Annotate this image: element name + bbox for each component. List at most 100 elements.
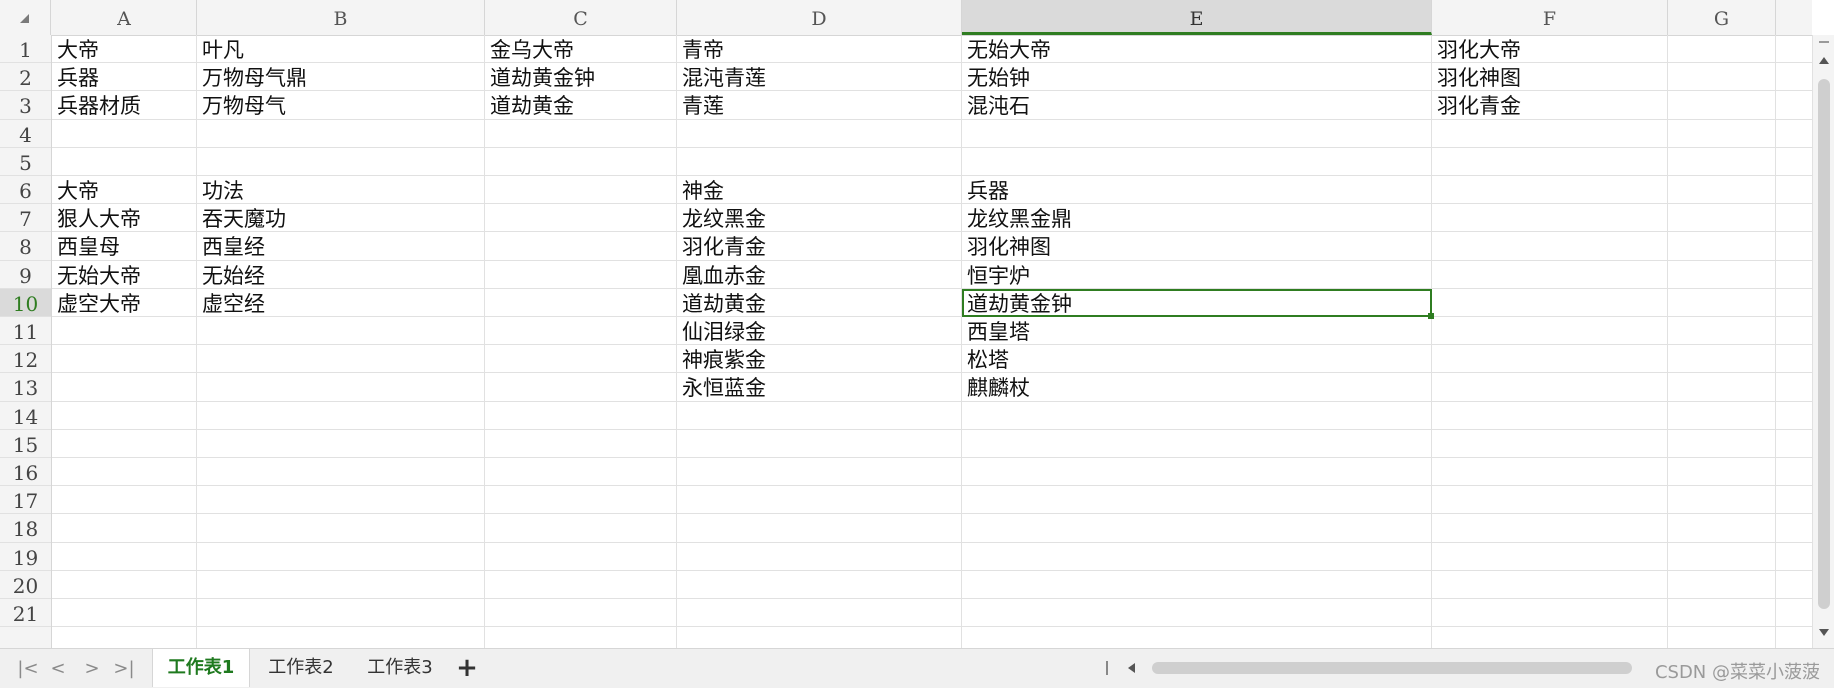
gridline-horizontal (52, 146, 1812, 148)
prev-sheet-button[interactable]: < (46, 657, 70, 681)
cell-e8[interactable]: 羽化神图 (962, 232, 1432, 260)
cell-d9[interactable]: 凰血赤金 (677, 261, 962, 289)
add-sheet-button[interactable]: + (452, 653, 482, 683)
cell-b2[interactable]: 万物母气鼎 (197, 63, 485, 91)
cell-f2[interactable]: 羽化神图 (1432, 63, 1668, 91)
row-header-18[interactable]: 18 (0, 514, 51, 543)
cell-b6[interactable]: 功法 (197, 176, 485, 204)
vertical-scroll-thumb[interactable] (1818, 79, 1830, 609)
cell-a7[interactable]: 狠人大帝 (52, 204, 197, 232)
column-header-g[interactable]: G (1668, 0, 1776, 35)
column-header-e[interactable]: E (962, 0, 1432, 35)
cell-grid[interactable]: 大帝 叶凡 金乌大帝 青帝 无始大帝 羽化大帝 兵器 万物母气鼎 道劫黄金钟 混沌青莲 无始钟 羽化神… (52, 35, 1812, 648)
row-header-3[interactable]: 3 (0, 91, 51, 120)
horizontal-scroll-split-handle[interactable] (1106, 661, 1108, 675)
cell-b10[interactable]: 虚空经 (197, 289, 485, 317)
cell-b3[interactable]: 万物母气 (197, 91, 485, 119)
row-header-6[interactable]: 6 (0, 176, 51, 205)
cell-e6[interactable]: 兵器 (962, 176, 1432, 204)
column-header-a[interactable]: A (52, 0, 197, 35)
cell-d13[interactable]: 永恒蓝金 (677, 373, 962, 401)
row-header-column: 1 2 3 4 5 6 7 8 9 10 11 12 13 14 15 16 17 18 19 20 21 (0, 35, 52, 648)
row-header-11[interactable]: 11 (0, 317, 51, 346)
gridline-horizontal (52, 513, 1812, 515)
row-header-14[interactable]: 14 (0, 402, 51, 430)
cell-e9[interactable]: 恒宇炉 (962, 261, 1432, 289)
horizontal-scroll-thumb[interactable] (1152, 662, 1632, 674)
scrollbar-split-handle[interactable] (1819, 41, 1829, 43)
cell-e7[interactable]: 龙纹黑金鼎 (962, 204, 1432, 232)
watermark-text: CSDN @菜菜小菠菠 (1654, 662, 1820, 683)
cell-e12[interactable]: 松塔 (962, 345, 1432, 373)
cell-c1[interactable]: 金乌大帝 (485, 35, 677, 63)
last-sheet-button[interactable]: >| (112, 657, 136, 681)
cell-d10[interactable]: 道劫黄金 (677, 289, 962, 317)
scroll-down-arrow-icon[interactable] (1819, 629, 1829, 636)
scroll-left-arrow-icon[interactable] (1128, 663, 1135, 673)
cell-d1[interactable]: 青帝 (677, 35, 962, 63)
row-header-1[interactable]: 1 (0, 35, 51, 64)
row-header-16[interactable]: 16 (0, 458, 51, 487)
first-sheet-button[interactable]: |< (16, 657, 40, 681)
cell-b1[interactable]: 叶凡 (197, 35, 485, 63)
cell-a10[interactable]: 虚空大帝 (52, 289, 197, 317)
cell-d7[interactable]: 龙纹黑金 (677, 204, 962, 232)
cell-b8[interactable]: 西皇经 (197, 232, 485, 260)
cell-a2[interactable]: 兵器 (52, 63, 197, 91)
cell-c2[interactable]: 道劫黄金钟 (485, 63, 677, 91)
cell-c3[interactable]: 道劫黄金 (485, 91, 677, 119)
cell-e13[interactable]: 麒麟杖 (962, 373, 1432, 401)
tab-sheet1[interactable]: 工作表1 (152, 649, 250, 687)
row-header-2[interactable]: 2 (0, 63, 51, 92)
row-header-20[interactable]: 20 (0, 571, 51, 599)
column-header-f[interactable]: F (1432, 0, 1668, 35)
select-all-triangle-icon (20, 14, 29, 23)
cell-a1[interactable]: 大帝 (52, 35, 197, 63)
row-header-12[interactable]: 12 (0, 345, 51, 374)
tab-sheet3[interactable]: 工作表3 (351, 649, 449, 687)
cell-d2[interactable]: 混沌青莲 (677, 63, 962, 91)
cell-e2[interactable]: 无始钟 (962, 63, 1432, 91)
select-all-corner[interactable] (0, 0, 51, 35)
cell-a6[interactable]: 大帝 (52, 176, 197, 204)
cell-a9[interactable]: 无始大帝 (52, 261, 197, 289)
cell-e11[interactable]: 西皇塔 (962, 317, 1432, 345)
row-header-21[interactable]: 21 (0, 599, 51, 628)
cell-e1[interactable]: 无始大帝 (962, 35, 1432, 63)
row-header-15[interactable]: 15 (0, 430, 51, 458)
sheet-tab-bar: |< < > >| 工作表1 工作表2 工作表3 + CSDN @菜菜小菠菠 (0, 648, 1834, 688)
tab-sheet2[interactable]: 工作表2 (252, 649, 350, 687)
column-header-c[interactable]: C (485, 0, 677, 35)
row-header-4[interactable]: 4 (0, 120, 51, 148)
cell-a8[interactable]: 西皇母 (52, 232, 197, 260)
scroll-up-arrow-icon[interactable] (1819, 57, 1829, 64)
cell-b7[interactable]: 吞天魔功 (197, 204, 485, 232)
cell-f3[interactable]: 羽化青金 (1432, 91, 1668, 119)
row-header-7[interactable]: 7 (0, 204, 51, 233)
cell-a3[interactable]: 兵器材质 (52, 91, 197, 119)
column-header-d[interactable]: D (677, 0, 962, 35)
row-header-5[interactable]: 5 (0, 148, 51, 176)
cell-b9[interactable]: 无始经 (197, 261, 485, 289)
selected-cell-e10[interactable]: 道劫黄金钟 (962, 288, 1432, 317)
gridline-horizontal (52, 569, 1812, 571)
gridline-horizontal (52, 541, 1812, 543)
cell-d8[interactable]: 羽化青金 (677, 232, 962, 260)
cell-d6[interactable]: 神金 (677, 176, 962, 204)
cell-d11[interactable]: 仙泪绿金 (677, 317, 962, 345)
cell-d12[interactable]: 神痕紫金 (677, 345, 962, 373)
gridline-vertical (1775, 35, 1776, 648)
column-header-b[interactable]: B (197, 0, 485, 35)
cell-f1[interactable]: 羽化大帝 (1432, 35, 1668, 63)
cell-d3[interactable]: 青莲 (677, 91, 962, 119)
row-header-17[interactable]: 17 (0, 486, 51, 515)
vertical-scrollbar[interactable] (1812, 35, 1834, 648)
row-header-8[interactable]: 8 (0, 232, 51, 261)
cell-e3[interactable]: 混沌石 (962, 91, 1432, 119)
row-header-9[interactable]: 9 (0, 261, 51, 289)
row-header-19[interactable]: 19 (0, 543, 51, 571)
gridline-vertical (196, 35, 197, 648)
row-header-13[interactable]: 13 (0, 373, 51, 402)
row-header-10[interactable]: 10 (0, 288, 51, 317)
next-sheet-button[interactable]: > (80, 657, 104, 681)
